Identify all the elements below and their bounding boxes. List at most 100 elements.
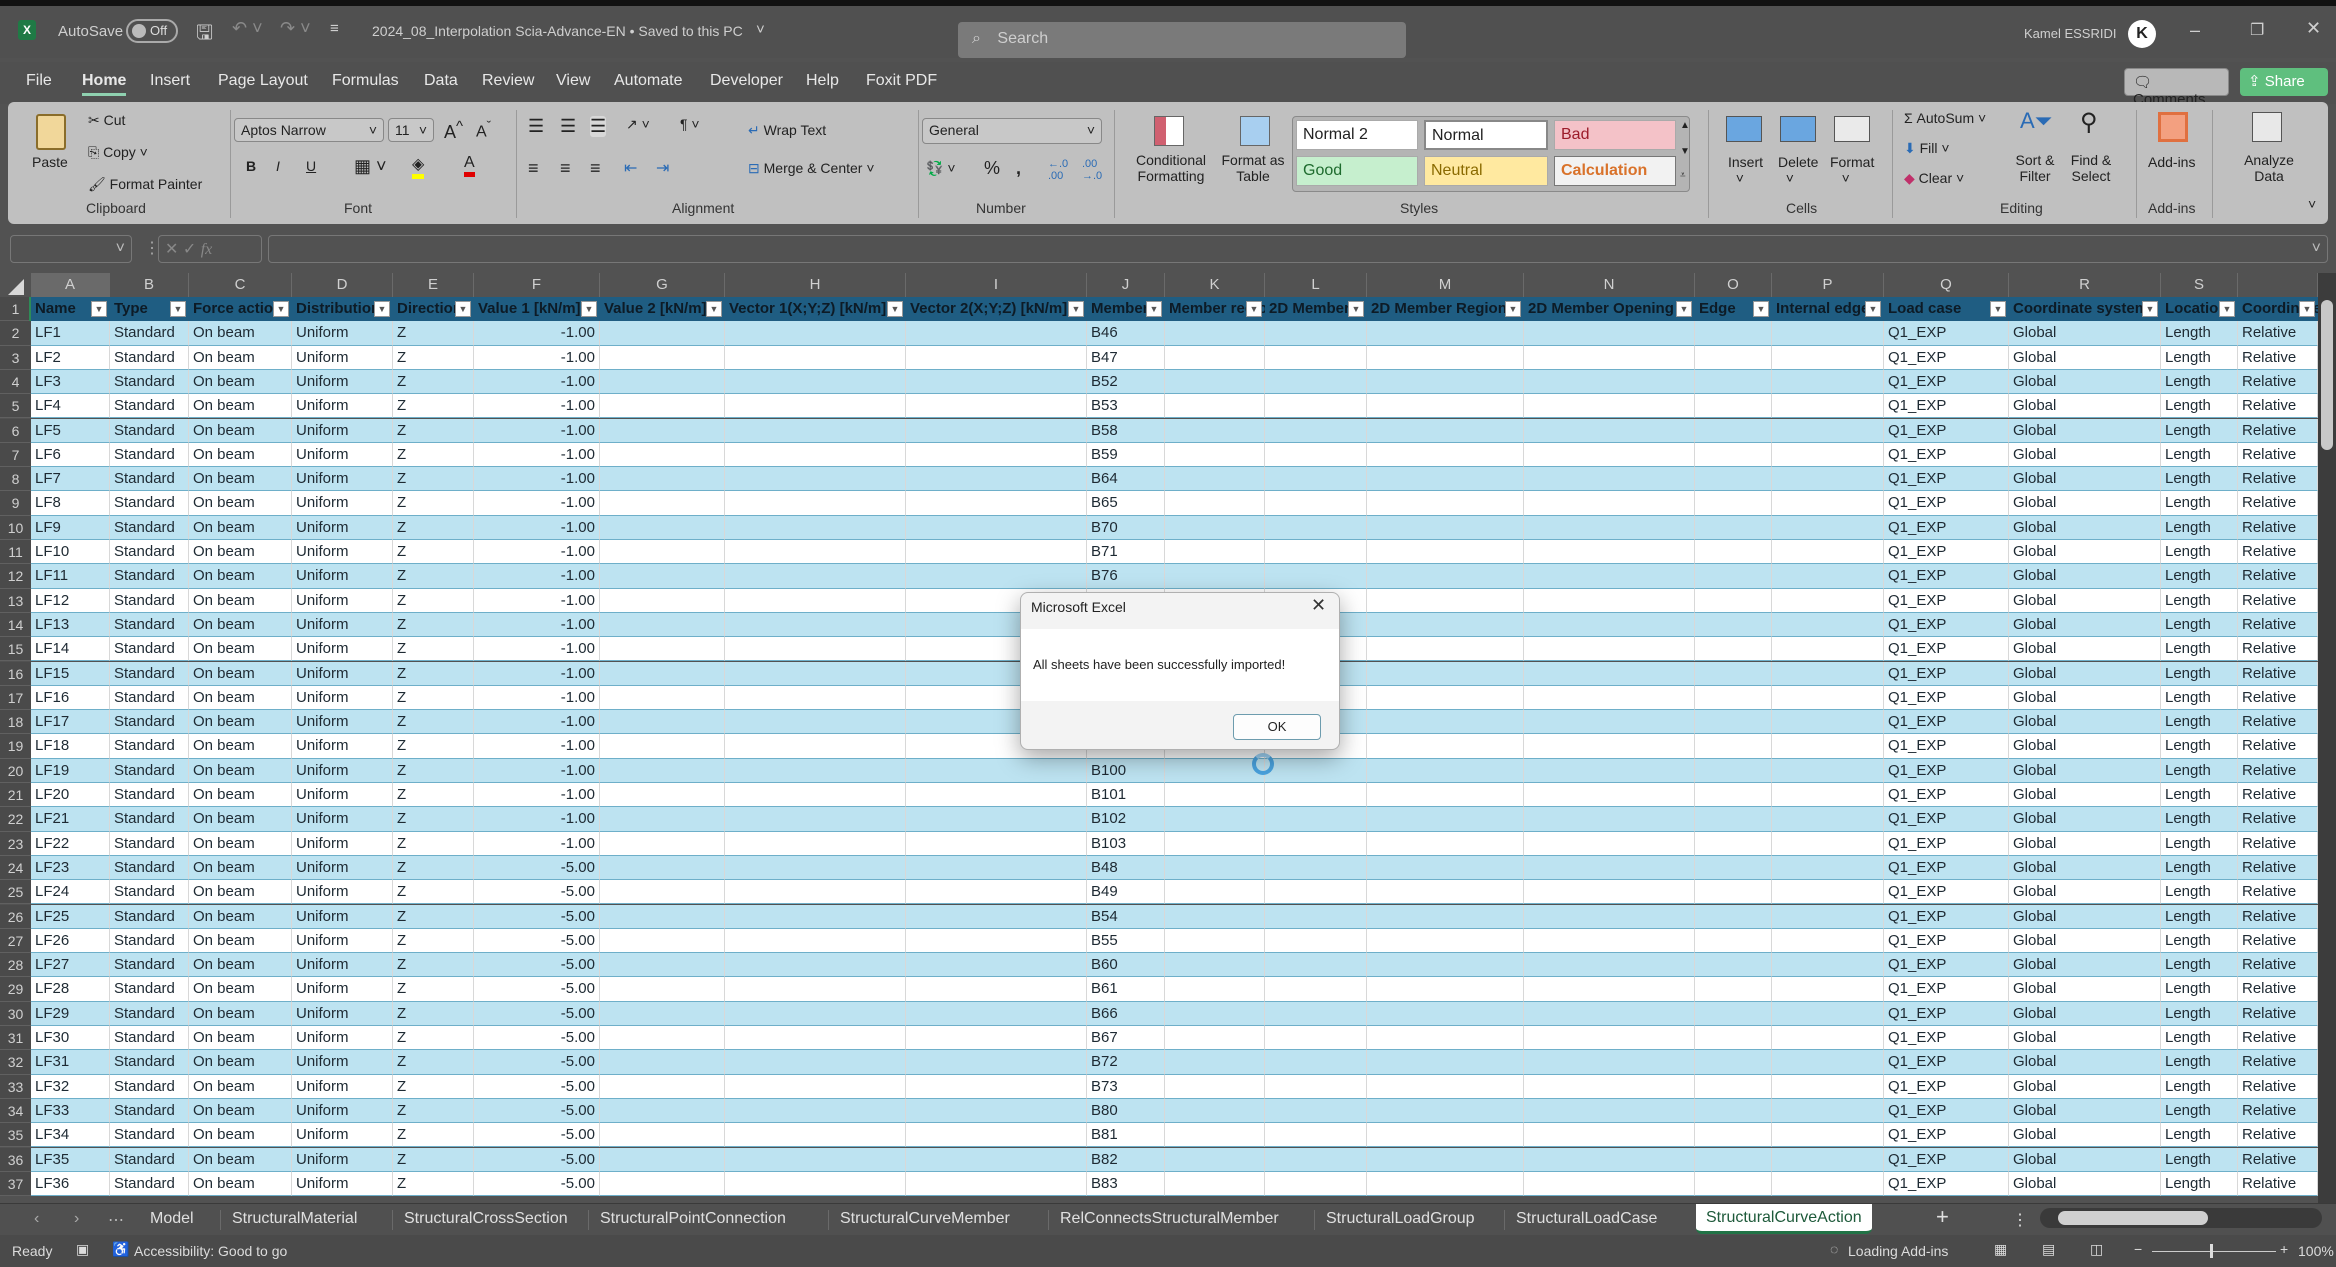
cell-vector1[interactable] (725, 807, 906, 832)
cell-member2d-opening[interactable] (1524, 1123, 1695, 1148)
cell-direction[interactable]: Z (393, 1147, 474, 1172)
cell-value2[interactable] (600, 758, 725, 783)
cell-coordinate[interactable]: Relative (2238, 442, 2318, 468)
cell-member2d-opening[interactable] (1524, 442, 1695, 468)
cell-edge[interactable] (1695, 734, 1772, 759)
cell-value1[interactable]: -1.00 (474, 467, 600, 492)
cell-member2d-region[interactable] (1367, 1147, 1524, 1172)
cell-load-case[interactable]: Q1_EXP (1884, 1001, 2009, 1026)
cell-coordinate-system[interactable]: Global (2009, 369, 2161, 395)
filter-dropdown-icon[interactable]: ▼ (1505, 301, 1521, 317)
header-cell[interactable]: 2D Member Region (1367, 297, 1524, 322)
cell-member[interactable]: B83 (1087, 1171, 1165, 1197)
cell-coordinate-system[interactable]: Global (2009, 977, 2161, 1002)
cell-coordinate[interactable]: Relative (2238, 1098, 2318, 1124)
zoom-in-button[interactable]: + (2280, 1241, 2288, 1257)
cell-direction[interactable]: Z (393, 467, 474, 492)
cell-type[interactable]: Standard (110, 710, 189, 735)
search-box[interactable]: ⌕ Search (958, 22, 1406, 58)
cell-coordinate-system[interactable]: Global (2009, 734, 2161, 759)
cell-coordinate-system[interactable]: Global (2009, 515, 2161, 540)
cell-force-action[interactable]: On beam (189, 904, 292, 929)
cell-edge[interactable] (1695, 1001, 1772, 1026)
font-name-select[interactable]: Aptos Narrow ˅ (234, 118, 384, 142)
cell-vector1[interactable] (725, 880, 906, 905)
cell-internal-edge[interactable] (1772, 661, 1884, 686)
row-number[interactable]: 33 (0, 1074, 31, 1099)
document-title[interactable]: 2024_08_Interpolation Scia-Advance-EN • … (372, 23, 743, 39)
cell-member[interactable]: B80 (1087, 1098, 1165, 1124)
cell-type[interactable]: Standard (110, 831, 189, 856)
row-number[interactable]: 35 (0, 1123, 31, 1148)
style-bad[interactable]: Bad (1554, 120, 1676, 150)
next-sheet-icon[interactable]: › (74, 1210, 79, 1228)
cell-type[interactable]: Standard (110, 540, 189, 565)
cell-distribution[interactable]: Uniform (292, 345, 393, 370)
cell-location[interactable]: Length (2161, 783, 2238, 808)
cell-vector2[interactable] (906, 1050, 1087, 1075)
cell-type[interactable]: Standard (110, 442, 189, 468)
cell-name[interactable]: LF11 (31, 564, 110, 589)
accessibility-icon[interactable]: ♿ (112, 1241, 129, 1258)
cell-vector2[interactable] (906, 1147, 1087, 1172)
format-painter-button[interactable]: 🖌 Format Painter (88, 176, 202, 193)
cell-value1[interactable]: -1.00 (474, 685, 600, 711)
restore-icon[interactable]: ❐ (2250, 20, 2264, 40)
cell-force-action[interactable]: On beam (189, 394, 292, 419)
tab-developer[interactable]: Developer (710, 72, 783, 90)
cell-type[interactable]: Standard (110, 904, 189, 929)
cell-type[interactable]: Standard (110, 394, 189, 419)
cell-member2d-opening[interactable] (1524, 1147, 1695, 1172)
cell-direction[interactable]: Z (393, 1098, 474, 1124)
cell-force-action[interactable]: On beam (189, 783, 292, 808)
cell-internal-edge[interactable] (1772, 588, 1884, 613)
column-header[interactable]: K (1165, 273, 1265, 297)
cell-member2d[interactable] (1265, 418, 1367, 443)
cell-type[interactable]: Standard (110, 321, 189, 346)
cell-name[interactable]: LF12 (31, 588, 110, 613)
cell-force-action[interactable]: On beam (189, 515, 292, 540)
format-as-table-button[interactable]: Format as Table (1218, 152, 1288, 184)
column-header[interactable]: G (600, 273, 725, 297)
cell-value1[interactable]: -5.00 (474, 1123, 600, 1148)
cell-value1[interactable]: -5.00 (474, 855, 600, 881)
row-number[interactable]: 9 (0, 491, 31, 516)
cell-vector1[interactable] (725, 540, 906, 565)
cell-coordinate-system[interactable]: Global (2009, 321, 2161, 346)
page-layout-view-icon[interactable]: ▤ (2042, 1241, 2055, 1258)
cell-edge[interactable] (1695, 758, 1772, 783)
cell-location[interactable]: Length (2161, 1147, 2238, 1172)
cell-member-region[interactable] (1165, 758, 1265, 783)
cell-member2d-region[interactable] (1367, 928, 1524, 954)
cell-member2d-opening[interactable] (1524, 418, 1695, 443)
cell-force-action[interactable]: On beam (189, 758, 292, 783)
cell-name[interactable]: LF13 (31, 612, 110, 638)
cell-value1[interactable]: -1.00 (474, 491, 600, 516)
cell-type[interactable]: Standard (110, 515, 189, 540)
decrease-decimal-icon[interactable]: .00 →.0 (1082, 158, 1102, 182)
cell-name[interactable]: LF35 (31, 1147, 110, 1172)
cell-load-case[interactable]: Q1_EXP (1884, 734, 2009, 759)
cell-member2d-opening[interactable] (1524, 564, 1695, 589)
cell-load-case[interactable]: Q1_EXP (1884, 1098, 2009, 1124)
cell-vector1[interactable] (725, 394, 906, 419)
cell-distribution[interactable]: Uniform (292, 734, 393, 759)
cell-member2d-region[interactable] (1367, 442, 1524, 468)
cell-coordinate[interactable]: Relative (2238, 710, 2318, 735)
column-header[interactable]: P (1772, 273, 1884, 297)
cell-member2d[interactable] (1265, 880, 1367, 905)
cell-member2d-region[interactable] (1367, 710, 1524, 735)
cell-vector2[interactable] (906, 540, 1087, 565)
column-header[interactable]: M (1367, 273, 1524, 297)
cell-location[interactable]: Length (2161, 1001, 2238, 1026)
cell-value1[interactable]: -5.00 (474, 1171, 600, 1197)
cell-coordinate[interactable]: Relative (2238, 321, 2318, 346)
cell-vector1[interactable] (725, 783, 906, 808)
cell-member-region[interactable] (1165, 904, 1265, 929)
sheet-tab[interactable]: StructuralLoadGroup (1326, 1210, 1475, 1228)
cell-force-action[interactable]: On beam (189, 807, 292, 832)
cell-internal-edge[interactable] (1772, 1026, 1884, 1051)
cell-value1[interactable]: -1.00 (474, 783, 600, 808)
cell-internal-edge[interactable] (1772, 734, 1884, 759)
cell-coordinate[interactable]: Relative (2238, 1147, 2318, 1172)
